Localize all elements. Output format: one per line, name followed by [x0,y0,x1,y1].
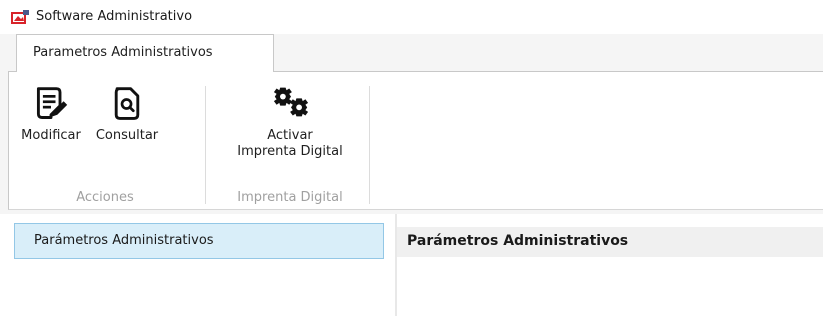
ribbon-panel: Modificar Consultar Acciones Activar Imp… [8,71,823,210]
content-header-title: Parámetros Administrativos [407,233,629,249]
group-label-imprenta-digital: Imprenta Digital [237,190,343,205]
modificar-label: Modificar [21,128,81,143]
content-panel: Parámetros Administrativos [397,214,823,316]
activar-imprenta-digital-button[interactable]: Activar Imprenta Digital [215,84,365,159]
navigation-panel: Parámetros Administrativos [0,214,395,316]
ribbon: Parametros Administrativos Modificar Con… [0,34,823,214]
search-document-icon [114,87,140,120]
consultar-label: Consultar [95,128,159,143]
window-title: Software Administrativo [36,9,193,24]
nav-item-parametros-administrativos[interactable]: Parámetros Administrativos [14,223,384,259]
modificar-button[interactable]: Modificar [17,86,85,143]
nav-item-label: Parámetros Administrativos [34,233,214,248]
group-separator [205,86,206,204]
group-separator [369,86,370,204]
app-logo-icon [11,10,29,24]
group-label-acciones: Acciones [76,190,134,205]
activar-label: Activar [267,128,313,143]
imprenta-digital-label: Imprenta Digital [237,144,343,159]
gears-icon [273,87,309,117]
consultar-button[interactable]: Consultar [89,86,165,143]
content-header: Parámetros Administrativos [397,227,823,257]
tab-label: Parametros Administrativos [33,45,213,60]
edit-document-icon [36,87,68,119]
tab-parametros-administrativos[interactable]: Parametros Administrativos [16,34,274,72]
title-bar: Software Administrativo [0,0,823,34]
